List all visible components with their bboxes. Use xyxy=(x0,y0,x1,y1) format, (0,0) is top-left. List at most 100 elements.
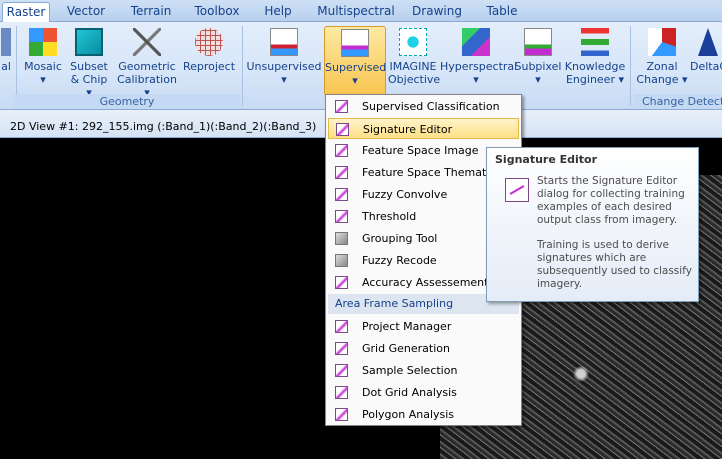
tab-terrain[interactable]: Terrain xyxy=(122,2,180,22)
subpixel-button[interactable]: Subpixel ▾ xyxy=(514,26,562,94)
supervised-icon xyxy=(341,29,369,57)
group-geometry: Geometry xyxy=(14,94,240,109)
reproject-label: Reproject xyxy=(182,60,236,73)
menu-label: Dot Grid Analysis xyxy=(362,386,457,399)
deltacue-button[interactable]: DeltaC xyxy=(690,26,722,94)
imagine-objective-button[interactable]: IMAGINE Objective xyxy=(388,26,441,94)
partial-button[interactable]: al xyxy=(0,26,12,94)
engineer-label: Engineer ▾ xyxy=(565,73,624,86)
tooltip-title: Signature Editor xyxy=(495,153,598,166)
compass-icon xyxy=(133,28,161,56)
threshold-icon xyxy=(335,210,348,223)
subpixel-arrow: ▾ xyxy=(535,73,541,86)
menu-item-sample-selection[interactable]: Sample Selection xyxy=(328,360,519,381)
change-label: Change ▾ xyxy=(636,73,688,86)
unsupervised-arrow: ▾ xyxy=(281,73,287,86)
signature-icon xyxy=(336,123,349,136)
supervised-label: Supervised xyxy=(325,61,387,74)
signature-editor-icon xyxy=(505,178,529,202)
hyperspectral-arrow: ▾ xyxy=(473,73,479,86)
hyperspectral-button[interactable]: Hyperspectral ▾ xyxy=(440,26,517,94)
mosaic-button[interactable]: Mosaic ▾ xyxy=(22,26,64,94)
menu-label: Supervised Classification xyxy=(362,100,500,113)
menu-item-supervised-classification[interactable]: Supervised Classification xyxy=(328,96,519,117)
reproject-button[interactable]: Reproject xyxy=(182,26,236,94)
partial-label: al xyxy=(1,60,11,73)
geometric-label: Geometric xyxy=(118,60,176,73)
cube-icon xyxy=(462,28,490,56)
feature-space-icon xyxy=(335,144,348,157)
subpixel-icon xyxy=(524,28,552,56)
unsupervised-icon xyxy=(270,28,298,56)
tree-icon xyxy=(581,28,609,56)
menu-label: Feature Space Image xyxy=(362,144,479,157)
feature-thematic-icon xyxy=(335,166,348,179)
menu-item-project-manager[interactable]: Project Manager xyxy=(328,316,519,337)
classify-icon xyxy=(335,100,348,113)
knowledge-label: Knowledge xyxy=(564,60,626,73)
menu-item-dot-grid-analysis[interactable]: Dot Grid Analysis xyxy=(328,382,519,403)
grid-generation-icon xyxy=(335,342,348,355)
menu-label: Sample Selection xyxy=(362,364,458,377)
unsupervised-button[interactable]: Unsupervised ▾ xyxy=(246,26,322,94)
menu-label: Threshold xyxy=(362,210,417,223)
group-change-detection: Change Detecti xyxy=(634,94,722,109)
polygon-icon xyxy=(335,408,348,421)
menu-label: Fuzzy Convolve xyxy=(362,188,448,201)
menu-label: Grouping Tool xyxy=(362,232,438,245)
imagine-label: IMAGINE xyxy=(389,60,437,73)
ribbon-tabs: Raster Vector Terrain Toolbox Help Multi… xyxy=(0,0,722,23)
zonal-change-icon xyxy=(648,28,676,56)
menu-label: Accuracy Assessement xyxy=(362,276,489,289)
accuracy-icon xyxy=(335,276,348,289)
separator xyxy=(242,26,243,106)
zonal-change-button[interactable]: Zonal Change ▾ xyxy=(634,26,690,94)
deltacue-label: DeltaC xyxy=(690,60,722,73)
objective-icon xyxy=(399,28,427,56)
mosaic-icon xyxy=(29,28,57,56)
delta-icon xyxy=(698,28,718,56)
subpixel-label: Subpixel xyxy=(514,60,562,73)
subset-label: Subset xyxy=(70,60,108,73)
supervised-button[interactable]: Supervised ▾ xyxy=(324,26,386,96)
separator xyxy=(630,26,631,106)
mosaic-label: Mosaic xyxy=(24,60,62,73)
grouping-icon xyxy=(335,232,348,245)
hyperspectral-label: Hyperspectral xyxy=(440,60,518,73)
project-manager-icon xyxy=(335,320,348,333)
tooltip-note: Training is used to derive signatures wh… xyxy=(537,239,692,290)
sample-selection-icon xyxy=(335,364,348,377)
subset-chip-button[interactable]: Subset & Chip ▾ xyxy=(68,26,110,99)
tab-toolbox[interactable]: Toolbox xyxy=(188,2,246,22)
menu-label: Signature Editor xyxy=(363,123,453,136)
tab-vector[interactable]: Vector xyxy=(60,2,112,22)
knowledge-engineer-button[interactable]: Knowledge Engineer ▾ xyxy=(564,26,626,94)
menu-item-signature-editor[interactable]: Signature Editor xyxy=(328,118,519,139)
tab-table[interactable]: Table xyxy=(478,2,526,22)
tab-raster[interactable]: Raster xyxy=(2,2,50,23)
tab-multispectral[interactable]: Multispectral xyxy=(310,2,402,22)
geometric-calibration-button[interactable]: Geometric Calibration ▾ xyxy=(114,26,180,99)
signature-editor-tooltip: Signature Editor Starts the Signature Ed… xyxy=(486,147,699,302)
subset-icon xyxy=(75,28,103,56)
tooltip-description: Starts the Signature Editor dialog for c… xyxy=(537,175,685,226)
dot-grid-icon xyxy=(335,386,348,399)
tab-drawing[interactable]: Drawing xyxy=(406,2,468,22)
menu-label: Feature Space Thematic xyxy=(362,166,496,179)
menu-item-grid-generation[interactable]: Grid Generation xyxy=(328,338,519,359)
fuzzy-recode-icon xyxy=(335,254,348,267)
menu-label: Grid Generation xyxy=(362,342,450,355)
unsupervised-label: Unsupervised xyxy=(246,60,322,73)
zonal-label: Zonal xyxy=(646,60,678,73)
fuzzy-convolve-icon xyxy=(335,188,348,201)
supervised-arrow: ▾ xyxy=(352,74,358,87)
mosaic-arrow: ▾ xyxy=(40,73,46,86)
menu-label: Project Manager xyxy=(362,320,452,333)
partial-icon xyxy=(1,28,11,56)
globe-grid-icon xyxy=(195,28,223,56)
menu-label: Polygon Analysis xyxy=(362,408,455,421)
menu-label: Fuzzy Recode xyxy=(362,254,437,267)
objective-label: Objective xyxy=(388,73,441,86)
tab-help[interactable]: Help xyxy=(256,2,300,22)
menu-item-polygon-analysis[interactable]: Polygon Analysis xyxy=(328,404,519,425)
